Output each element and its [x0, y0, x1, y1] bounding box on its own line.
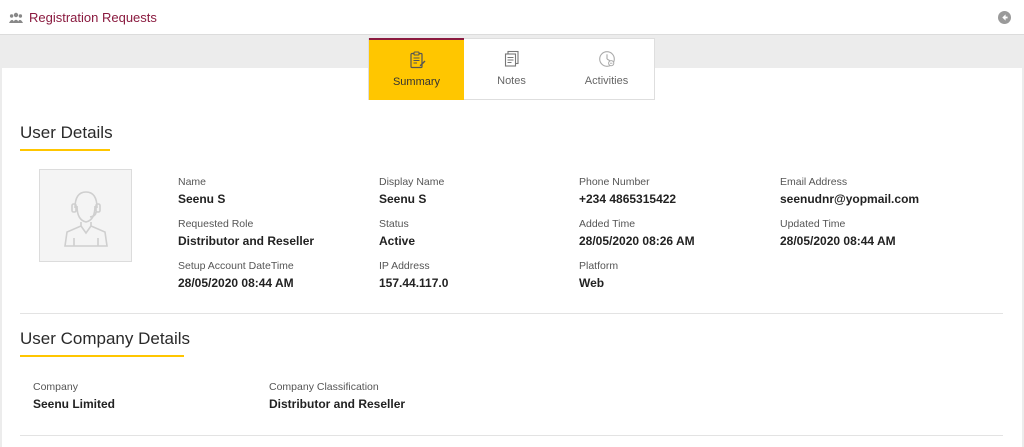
- tab-notes-label: Notes: [497, 75, 526, 87]
- top-bar: Registration Requests: [0, 0, 1024, 35]
- section-divider: [20, 313, 1003, 314]
- field-label: Updated Time: [780, 218, 846, 230]
- field-display-name: Display Name Seenu S: [379, 175, 444, 207]
- field-label: IP Address: [379, 260, 430, 272]
- notes-icon: [504, 50, 519, 67]
- company-details-title: User Company Details: [20, 329, 191, 348]
- field-status: Status Active: [379, 217, 415, 249]
- field-platform: Platform Web: [579, 259, 618, 291]
- tab-summary-label: Summary: [392, 76, 441, 88]
- field-value: 28/05/2020 08:44 AM: [780, 234, 896, 248]
- field-added-time: Added Time 28/05/2020 08:26 AM: [579, 217, 695, 249]
- field-email-address: Email Address seenudnr@yopmail.com: [780, 175, 919, 207]
- user-placeholder-icon: [64, 191, 108, 247]
- tab-activities-label: Activities: [584, 75, 629, 87]
- users-icon: [9, 12, 23, 23]
- company-details-underline: [20, 355, 184, 357]
- field-label: Setup Account DateTime: [178, 260, 294, 272]
- field-value: Web: [579, 276, 605, 290]
- field-label: Name: [178, 176, 207, 188]
- field-ip-address: IP Address 157.44.117.0: [379, 259, 448, 291]
- field-label: Added Time: [579, 218, 636, 230]
- field-value: Distributor and Reseller: [178, 234, 315, 248]
- activities-icon: [598, 51, 615, 67]
- field-label: Requested Role: [178, 218, 254, 230]
- field-setup-account-datetime: Setup Account DateTime 28/05/2020 08:44 …: [178, 259, 294, 291]
- field-label: Email Address: [780, 176, 848, 188]
- tab-activities[interactable]: Activities: [559, 39, 654, 99]
- field-value: Seenu Limited: [33, 397, 116, 411]
- field-label: Platform: [579, 260, 619, 272]
- field-value: Distributor and Reseller: [269, 397, 406, 411]
- field-label: Display Name: [379, 176, 445, 188]
- field-phone-number: Phone Number +234 4865315422: [579, 175, 676, 207]
- back-icon[interactable]: [998, 11, 1011, 24]
- field-value: Seenu S: [178, 192, 226, 206]
- field-value: 28/05/2020 08:26 AM: [579, 234, 695, 248]
- field-value: +234 4865315422: [579, 192, 677, 206]
- field-label: Status: [379, 218, 409, 230]
- field-company: Company Seenu Limited: [33, 380, 115, 412]
- field-name: Name Seenu S: [178, 175, 225, 207]
- field-label: Company: [33, 381, 78, 393]
- user-details-underline: [20, 149, 110, 151]
- details-panel: User Details Name Seenu S Display Name S…: [2, 68, 1022, 447]
- section-divider: [20, 435, 1003, 436]
- field-updated-time: Updated Time 28/05/2020 08:44 AM: [780, 217, 896, 249]
- tab-summary[interactable]: Summary: [369, 38, 464, 100]
- field-value: seenudnr@yopmail.com: [780, 192, 920, 206]
- field-label: Phone Number: [579, 176, 650, 188]
- field-value: Active: [379, 234, 416, 248]
- clipboard-icon: [409, 51, 425, 69]
- tab-bar: Summary Notes Activities: [368, 38, 655, 100]
- field-value: 28/05/2020 08:44 AM: [178, 276, 294, 290]
- field-label: Company Classification: [269, 381, 379, 393]
- field-value: 157.44.117.0: [379, 276, 449, 290]
- field-value: Seenu S: [379, 192, 427, 206]
- page-title: Registration Requests: [29, 10, 157, 25]
- field-company-classification: Company Classification Distributor and R…: [269, 380, 405, 412]
- avatar: [39, 169, 132, 262]
- user-details-title: User Details: [20, 123, 113, 142]
- field-requested-role: Requested Role Distributor and Reseller: [178, 217, 314, 249]
- tab-notes[interactable]: Notes: [464, 39, 559, 99]
